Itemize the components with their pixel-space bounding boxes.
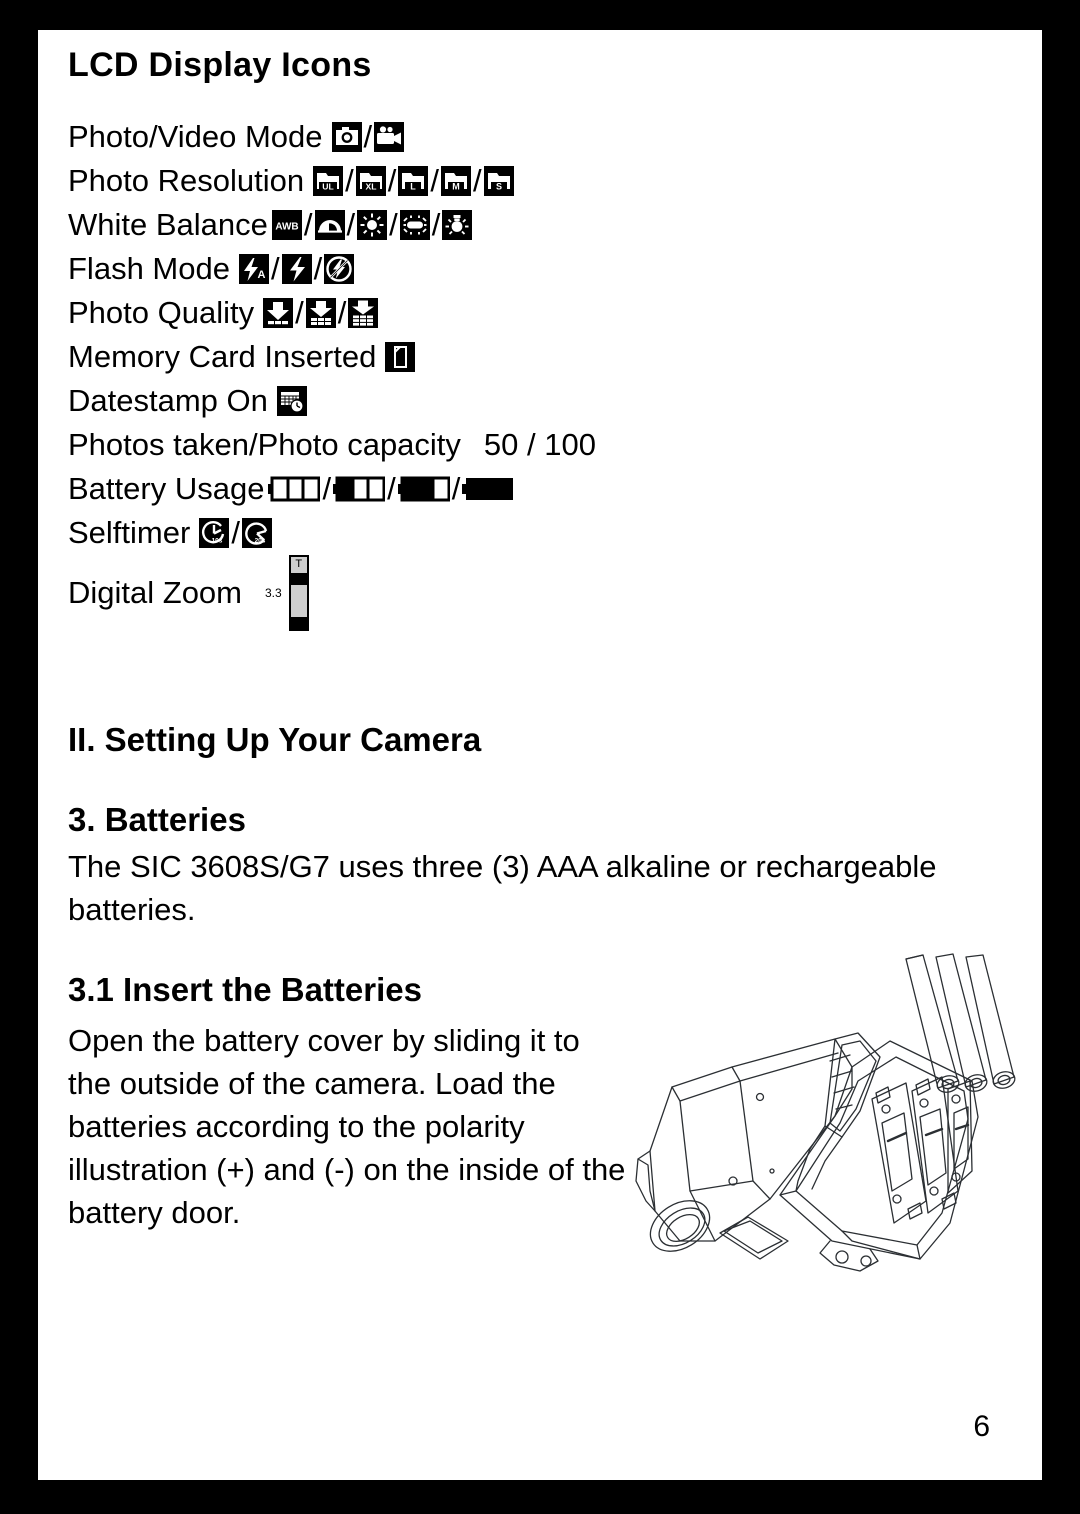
white-balance-tungsten-icon [442,210,473,240]
icon-separator: / [231,515,240,550]
resolution-m-icon: M [440,166,471,196]
svg-text:S: S [496,182,502,192]
svg-text:UL: UL [322,182,333,192]
datestamp-icon [276,386,307,416]
svg-text:10s: 10s [212,538,223,545]
quality-high-icon [348,298,379,328]
legend-label: Photos taken/Photo capacity [68,427,461,462]
icon-separator: / [345,163,354,198]
memory-card-icon [385,342,416,372]
legend-label: Photo/Video Mode [68,119,323,154]
legend-row-photo-quality: Photo Quality / / [68,291,1018,335]
icon-separator: / [337,295,347,330]
digital-zoom-track[interactable]: T W [286,555,312,631]
legend-row-datestamp: Datestamp On [68,379,1018,423]
legend-row-flash-mode: Flash Mode A / / [68,247,1018,291]
battery-full-icon [462,476,514,502]
svg-text:20s: 20s [255,538,266,545]
icon-separator: / [387,163,397,198]
battery-low-icon [333,476,386,502]
digital-zoom-slider[interactable]: 3.3 T W [265,555,312,631]
legend-row-memory-card: Memory Card Inserted [68,335,1018,379]
insert-batteries-text-column: Open the battery cover by sliding it to … [68,1019,628,1234]
resolution-ul-icon: UL [313,166,344,196]
legend-row-photo-video-mode: Photo/Video Mode / [68,115,1018,159]
digital-zoom-tele-label: T [295,558,303,570]
legend-label: Photo Resolution [68,163,305,198]
resolution-l-icon: L [398,166,429,196]
legend-row-battery-usage: Battery Usage / / / [68,467,1018,511]
quality-low-icon [263,298,294,328]
resolution-s-icon: S [483,166,514,196]
white-balance-fluorescent-icon [399,210,430,240]
flash-auto-icon: A [238,254,269,284]
page-sheet: LCD Display Icons Photo/Video Mode / Pho… [38,30,1042,1480]
legend-row-photos-capacity: Photos taken/Photo capacity 50 / 100 [68,423,1018,467]
batteries-heading: 3. Batteries [68,801,246,838]
video-mode-icon [374,122,405,152]
photos-capacity-value: 50 / 100 [483,427,596,462]
legend-row-white-balance: White Balance AWB / / / / [68,203,1018,247]
icon-separator: / [387,471,396,506]
battery-empty-icon [268,476,321,502]
white-balance-auto-icon: AWB [271,210,302,240]
icon-separator: / [430,163,439,198]
digital-zoom-value: 3.3 [265,586,282,600]
icon-separator: / [346,207,356,242]
insert-batteries-body-text: Open the battery cover by sliding it to … [68,1023,626,1230]
batteries-body-text: The SIC 3608S/G7 uses three (3) AAA alka… [68,849,937,927]
selftimer-10s-icon: 10s [199,518,230,548]
photo-mode-icon [331,122,362,152]
lcd-icon-legend-list: Photo/Video Mode / Photo Resolution UL /… [68,115,1018,631]
legend-label: Selftimer [68,515,191,550]
icon-separator: / [389,207,398,242]
legend-label: Digital Zoom [68,575,242,610]
white-balance-daylight-icon [357,210,388,240]
page-content: LCD Display Icons Photo/Video Mode / Pho… [68,46,1018,1311]
page-title: LCD Display Icons [68,46,372,84]
svg-text:AWB: AWB [275,222,298,233]
legend-label: Battery Usage [68,471,265,506]
camera-battery-compartment-illustration [620,941,1020,1311]
svg-text:L: L [411,182,417,192]
icon-separator: / [313,251,323,286]
flash-off-icon [324,254,355,284]
icon-separator: / [431,207,441,242]
svg-text:XL: XL [365,182,376,192]
resolution-xl-icon: XL [355,166,386,196]
legend-row-photo-resolution: Photo Resolution UL / XL / L / M / S [68,159,1018,203]
icon-separator: / [270,251,280,286]
legend-label: Flash Mode [68,251,230,286]
selftimer-20s-icon: 20s [241,518,272,548]
digital-zoom-wide-label: W [293,617,304,629]
legend-row-digital-zoom: Digital Zoom 3.3 T W [68,555,1018,631]
icon-separator: / [363,119,373,154]
chapter-heading: II. Setting Up Your Camera [68,721,482,758]
legend-label: Photo Quality [68,295,255,330]
icon-separator: / [451,471,461,506]
battery-medium-icon [397,476,450,502]
icon-separator: / [295,295,304,330]
flash-on-icon [281,254,312,284]
legend-row-selftimer: Selftimer 10s / 20s [68,511,1018,555]
svg-text:M: M [452,182,460,192]
white-balance-cloudy-icon [314,210,345,240]
legend-label: Memory Card Inserted [68,339,377,374]
icon-separator: / [322,471,332,506]
page-number: 6 [973,1410,990,1443]
quality-medium-icon [305,298,336,328]
legend-label: White Balance [68,207,268,242]
icon-separator: / [303,207,313,242]
svg-text:A: A [257,269,265,281]
icon-separator: / [472,163,482,198]
legend-label: Datestamp On [68,383,268,418]
insert-batteries-block: Open the battery cover by sliding it to … [68,953,1018,1311]
